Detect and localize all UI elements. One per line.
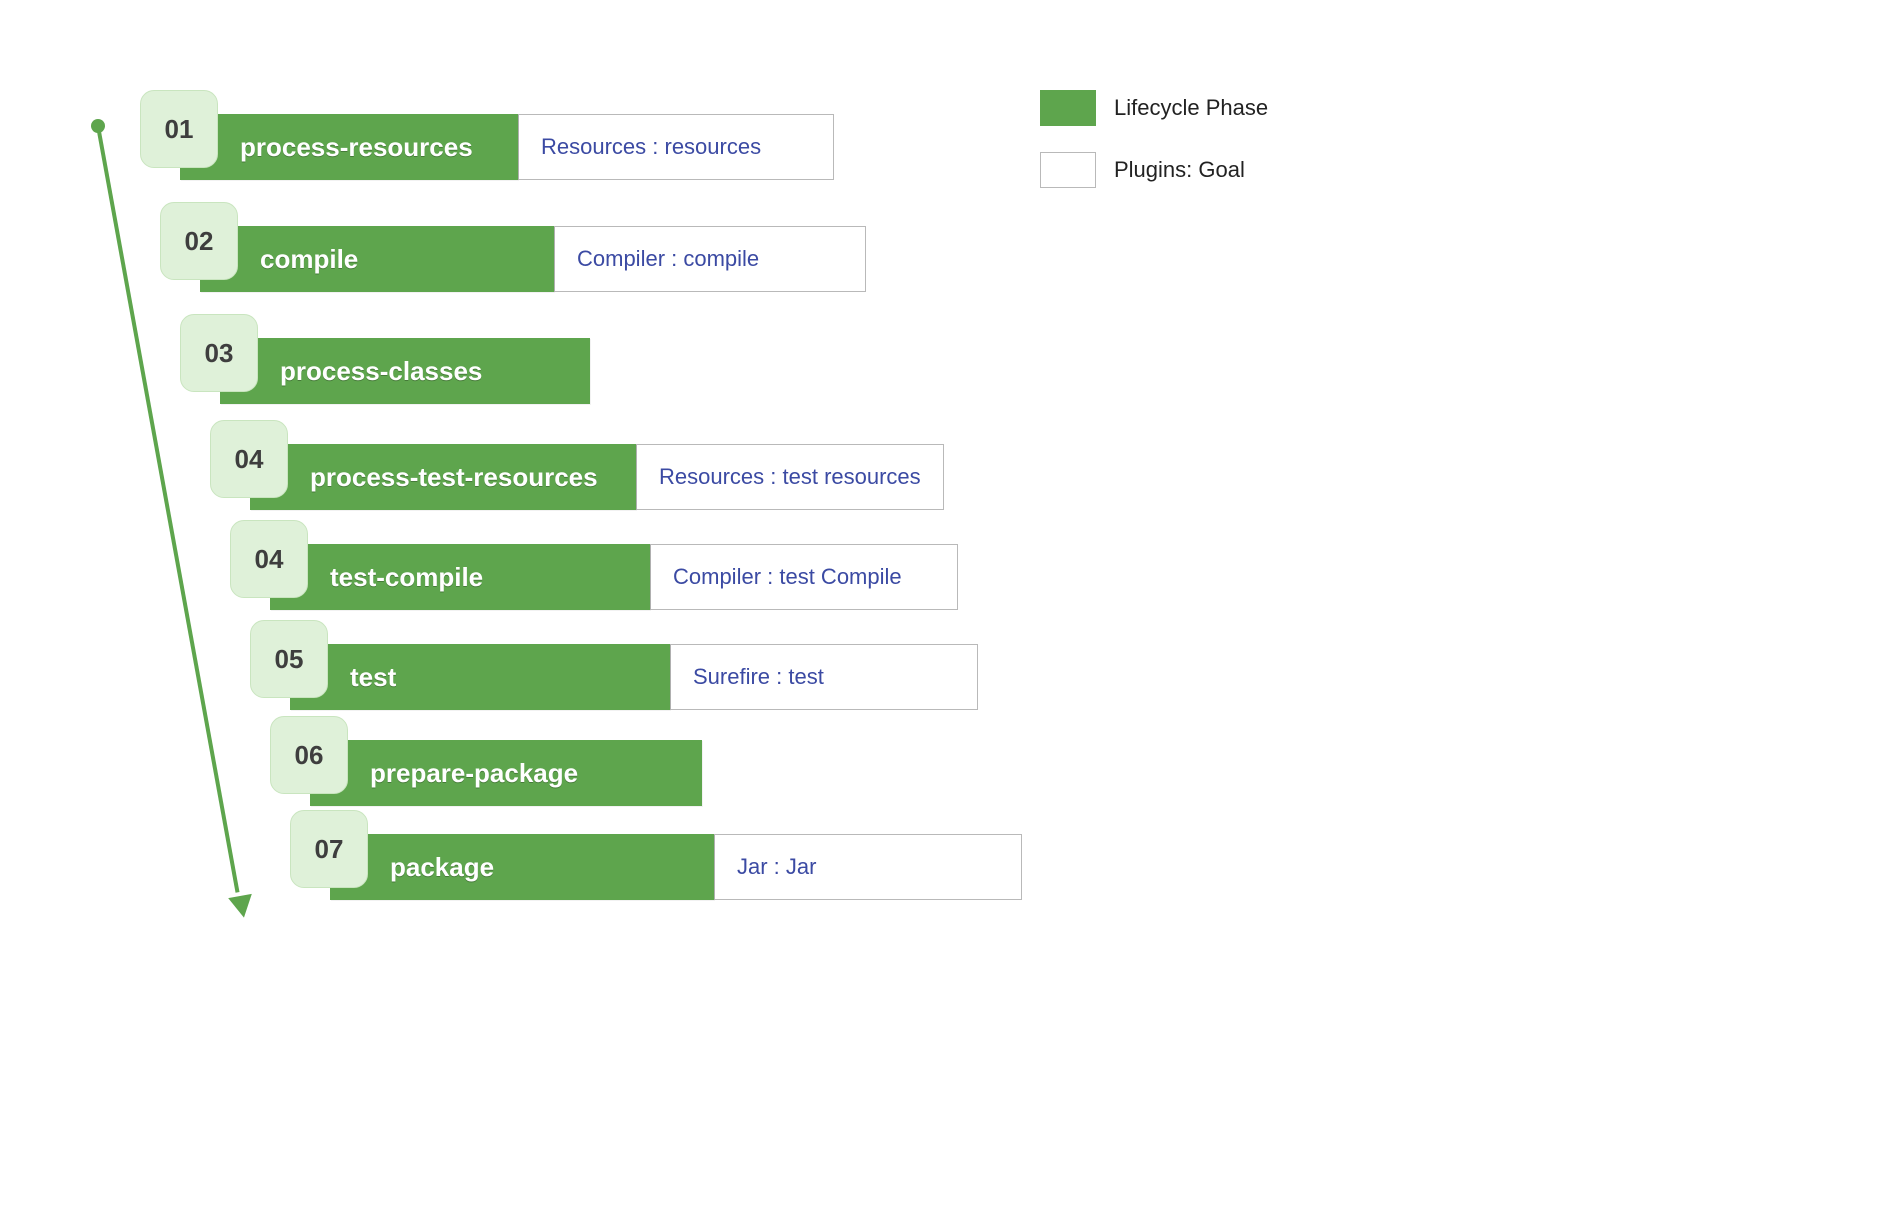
step-number-badge: 02	[160, 202, 238, 280]
step: 05testSurefire : test	[250, 620, 1150, 710]
legend-label-phase: Lifecycle Phase	[1114, 95, 1268, 121]
legend-swatch-phase	[1040, 90, 1096, 126]
diagram-canvas: 01process-resourcesResources : resources…	[0, 0, 1880, 1210]
plugin-goal: Jar : Jar	[714, 834, 1022, 900]
lifecycle-phase: test	[290, 644, 670, 710]
step-number-badge: 05	[250, 620, 328, 698]
legend-swatch-goal	[1040, 152, 1096, 188]
step-number-badge: 07	[290, 810, 368, 888]
step: 03process-classes	[180, 314, 1080, 404]
step-number-badge: 06	[270, 716, 348, 794]
legend: Lifecycle Phase Plugins: Goal	[1040, 90, 1460, 214]
lifecycle-phase: process-test-resources	[250, 444, 636, 510]
lifecycle-phase: package	[330, 834, 714, 900]
step: 04process-test-resourcesResources : test…	[210, 420, 1110, 510]
legend-row-phase: Lifecycle Phase	[1040, 90, 1460, 126]
step: 02compileCompiler : compile	[160, 202, 1060, 292]
lifecycle-phase: prepare-package	[310, 740, 702, 806]
step-number-badge: 04	[210, 420, 288, 498]
step-number-badge: 03	[180, 314, 258, 392]
lifecycle-phase: process-resources	[180, 114, 518, 180]
legend-label-goal: Plugins: Goal	[1114, 157, 1245, 183]
step-number-badge: 04	[230, 520, 308, 598]
plugin-goal: Surefire : test	[670, 644, 978, 710]
step: 07packageJar : Jar	[290, 810, 1190, 900]
arrow-head	[228, 894, 256, 920]
step: 04test-compileCompiler : test Compile	[230, 520, 1130, 610]
plugin-goal: Resources : resources	[518, 114, 834, 180]
lifecycle-phase: test-compile	[270, 544, 650, 610]
plugin-goal: Compiler : test Compile	[650, 544, 958, 610]
plugin-goal: Compiler : compile	[554, 226, 866, 292]
step: 06prepare-package	[270, 716, 1170, 806]
step-number-badge: 01	[140, 90, 218, 168]
lifecycle-phase: process-classes	[220, 338, 590, 404]
lifecycle-phase: compile	[200, 226, 554, 292]
legend-row-goal: Plugins: Goal	[1040, 152, 1460, 188]
plugin-goal: Resources : test resources	[636, 444, 944, 510]
step: 01process-resourcesResources : resources	[140, 90, 1040, 180]
